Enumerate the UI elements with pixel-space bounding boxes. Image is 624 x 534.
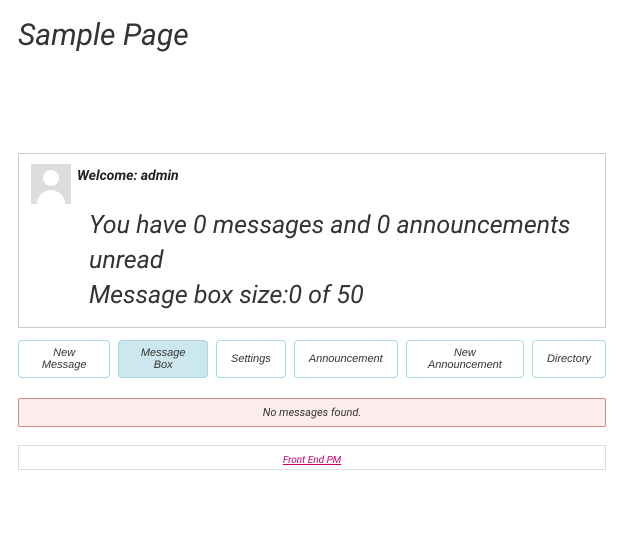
footer-bar: Front End PM [18, 445, 606, 470]
user-summary-card: Welcome: admin You have 0 messages and 0… [18, 153, 606, 328]
tabs-bar: New MessageMessage BoxSettingsAnnounceme… [18, 338, 606, 380]
avatar [31, 164, 71, 204]
page-title: Sample Page [18, 18, 624, 53]
no-messages-alert: No messages found. [18, 398, 606, 427]
welcome-username: admin [141, 168, 179, 184]
unread-summary: You have 0 messages and 0 announcements … [89, 208, 593, 278]
box-size-summary: Message box size:0 of 50 [89, 278, 593, 313]
welcome-prefix: Welcome: [77, 168, 141, 184]
footer-link[interactable]: Front End PM [283, 455, 341, 466]
tab-message-box[interactable]: Message Box [118, 340, 208, 378]
tab-announcement[interactable]: Announcement [294, 340, 398, 378]
tab-new-announcement[interactable]: New Announcement [406, 340, 524, 378]
welcome-text: Welcome: admin [77, 168, 179, 184]
tab-directory[interactable]: Directory [532, 340, 606, 378]
tab-settings[interactable]: Settings [216, 340, 286, 378]
tab-new-message[interactable]: New Message [18, 340, 110, 378]
